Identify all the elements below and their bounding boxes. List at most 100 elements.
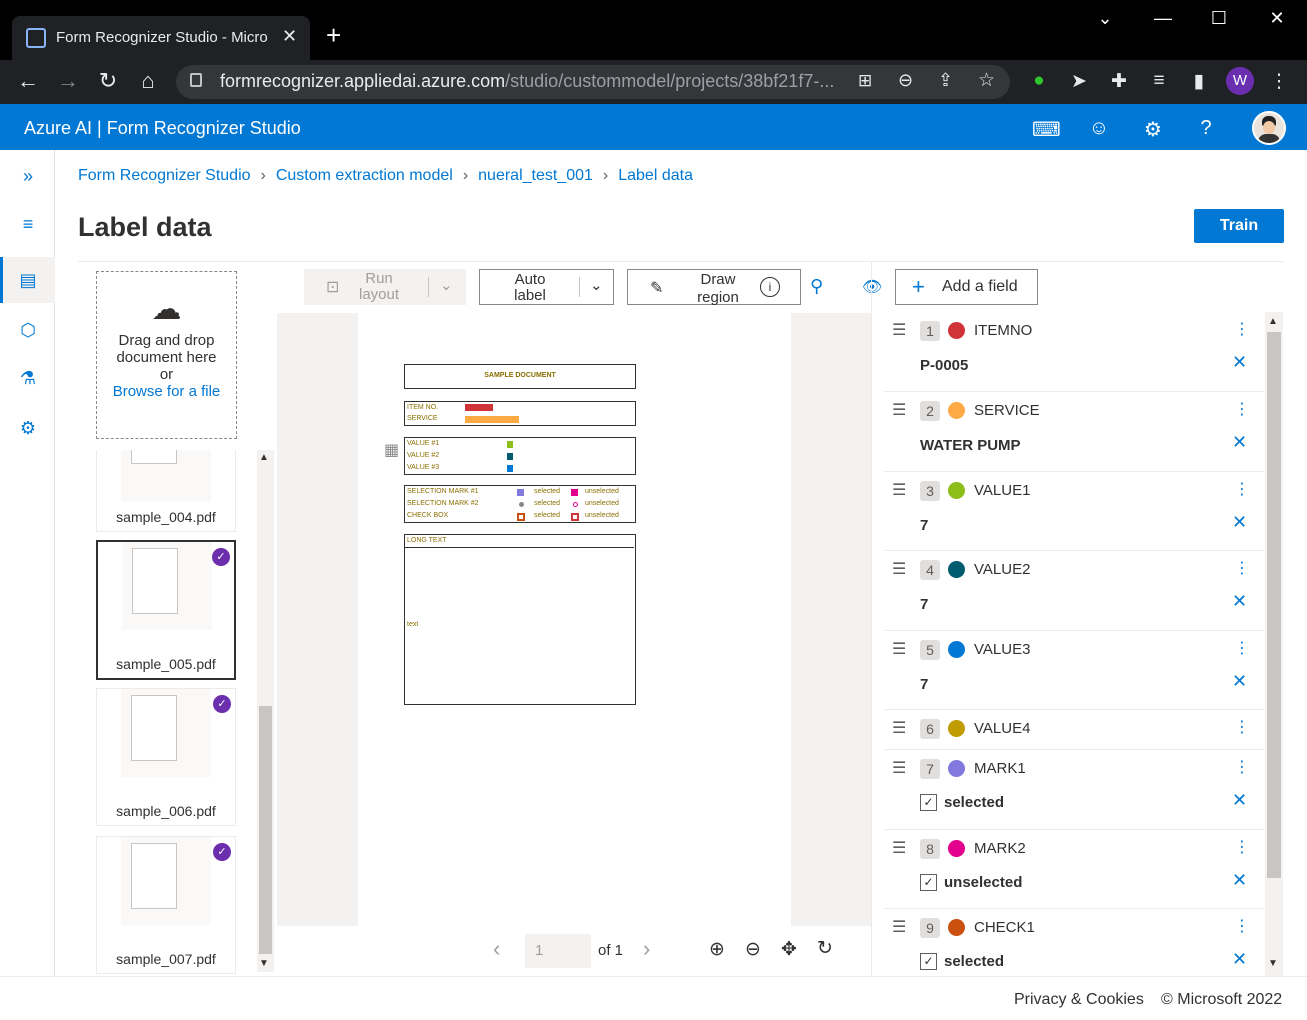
field-color-dot[interactable]: [948, 561, 965, 578]
maximize-icon[interactable]: ☐: [1207, 8, 1231, 29]
file-thumbnail[interactable]: ✓ sample_006.pdf: [96, 688, 236, 826]
settings-gear-icon[interactable]: ⚙: [1140, 117, 1166, 142]
field-item[interactable]: ☰ 8 MARK2 ⋮ ✓ unselected ✕: [884, 830, 1264, 909]
clear-value-icon[interactable]: ✕: [1232, 512, 1247, 533]
field-item[interactable]: ☰ 1 ITEMNO ⋮ P-0005 ✕: [884, 312, 1264, 392]
home-icon[interactable]: ⌂: [134, 68, 162, 94]
nav-settings-icon[interactable]: ⚙: [14, 414, 42, 442]
expand-nav-icon[interactable]: »: [14, 162, 42, 190]
table-icon[interactable]: ▦: [384, 440, 399, 460]
extension-cursor-icon[interactable]: ➤: [1066, 70, 1092, 93]
address-bar[interactable]: formrecognizer.appliedai.azure.com/studi…: [176, 65, 1010, 99]
share-icon[interactable]: ⇪: [938, 70, 953, 91]
more-options-icon[interactable]: ⋮: [1234, 916, 1250, 936]
minimize-icon[interactable]: —: [1151, 8, 1175, 29]
zoom-icon[interactable]: ⊖: [898, 70, 913, 91]
translate-icon[interactable]: ⊞: [858, 71, 872, 91]
feedback-smile-icon[interactable]: ☺: [1086, 117, 1112, 140]
train-button[interactable]: Train: [1194, 209, 1284, 243]
page-number-input[interactable]: 1: [525, 934, 591, 968]
field-item[interactable]: ☰ 2 SERVICE ⋮ WATER PUMP ✕: [884, 392, 1264, 472]
document-page[interactable]: SAMPLE DOCUMENT ITEM NO. SERVICE ▦ VALUE…: [358, 313, 791, 926]
label-highlight[interactable]: [465, 404, 493, 411]
drag-handle-icon[interactable]: ☰: [892, 559, 906, 579]
fit-page-icon[interactable]: ✥: [781, 938, 797, 961]
field-list-scroll-thumb[interactable]: [1267, 332, 1281, 878]
more-options-icon[interactable]: ⋮: [1234, 479, 1250, 499]
browser-menu-icon[interactable]: ⋮: [1266, 70, 1292, 93]
field-color-dot[interactable]: [948, 720, 965, 737]
drag-handle-icon[interactable]: ☰: [892, 838, 906, 858]
browse-file-link[interactable]: Browse for a file: [97, 383, 236, 400]
model-cube-icon[interactable]: ⬡: [14, 316, 42, 344]
clear-value-icon[interactable]: ✕: [1232, 870, 1247, 891]
run-layout-button[interactable]: ⊡ Run layout ⌄: [304, 269, 466, 305]
next-page-icon[interactable]: ›: [643, 936, 650, 962]
search-icon[interactable]: ⚲: [810, 276, 823, 297]
bookmark-star-icon[interactable]: ☆: [978, 69, 995, 92]
checkbox-icon[interactable]: ✓: [920, 794, 937, 811]
more-options-icon[interactable]: ⋮: [1234, 558, 1250, 578]
eye-icon[interactable]: 👁: [862, 277, 882, 297]
more-options-icon[interactable]: ⋮: [1234, 319, 1250, 339]
file-thumbnail-selected[interactable]: ✓ sample_005.pdf: [96, 540, 236, 680]
field-color-dot[interactable]: [948, 402, 965, 419]
clear-value-icon[interactable]: ✕: [1232, 671, 1247, 692]
field-item[interactable]: ☰ 4 VALUE2 ⋮ 7 ✕: [884, 551, 1264, 631]
new-tab-icon[interactable]: +: [326, 22, 341, 48]
info-icon[interactable]: i: [760, 277, 780, 297]
side-panel-icon[interactable]: ▮: [1186, 70, 1212, 93]
field-item[interactable]: ☰ 7 MARK1 ⋮ ✓ selected ✕: [884, 750, 1264, 830]
breadcrumb-custom-model[interactable]: Custom extraction model: [276, 167, 453, 184]
field-color-dot[interactable]: [948, 840, 965, 857]
breadcrumb-current[interactable]: Label data: [618, 167, 693, 184]
drag-handle-icon[interactable]: ☰: [892, 320, 906, 340]
close-window-icon[interactable]: ✕: [1265, 8, 1289, 29]
prev-page-icon[interactable]: ‹: [493, 936, 500, 962]
scroll-down-icon[interactable]: ▼: [1268, 958, 1278, 969]
field-item[interactable]: ☰ 6 VALUE4 ⋮: [884, 710, 1264, 750]
profile-avatar[interactable]: W: [1226, 67, 1254, 95]
extension-green-icon[interactable]: ●: [1026, 70, 1052, 92]
field-item[interactable]: ☰ 3 VALUE1 ⋮ 7 ✕: [884, 472, 1264, 551]
drag-handle-icon[interactable]: ☰: [892, 480, 906, 500]
app-brand[interactable]: Azure AI | Form Recognizer Studio: [24, 118, 301, 139]
field-color-dot[interactable]: [948, 641, 965, 658]
user-avatar[interactable]: [1252, 111, 1286, 145]
file-thumbnail[interactable]: ✓ sample_007.pdf: [96, 836, 236, 974]
more-options-icon[interactable]: ⋮: [1234, 638, 1250, 658]
more-options-icon[interactable]: ⋮: [1234, 399, 1250, 419]
drag-handle-icon[interactable]: ☰: [892, 758, 906, 778]
more-options-icon[interactable]: ⋮: [1234, 717, 1250, 737]
auto-label-button[interactable]: Auto label ⌄: [479, 269, 614, 305]
document-icon[interactable]: ▤: [14, 266, 42, 294]
checkbox-icon[interactable]: ✓: [920, 953, 937, 970]
keyboard-icon[interactable]: ⌨: [1032, 117, 1061, 142]
rotate-icon[interactable]: ↻: [817, 937, 833, 960]
menu-icon[interactable]: ≡: [14, 210, 42, 238]
breadcrumb-home[interactable]: Form Recognizer Studio: [78, 167, 251, 184]
field-color-dot[interactable]: [948, 760, 965, 777]
label-highlight[interactable]: [465, 416, 519, 423]
drag-handle-icon[interactable]: ☰: [892, 917, 906, 937]
add-field-button[interactable]: + Add a field: [895, 269, 1038, 305]
help-icon[interactable]: ?: [1193, 117, 1219, 140]
clear-value-icon[interactable]: ✕: [1232, 352, 1247, 373]
zoom-out-icon[interactable]: ⊖: [745, 938, 761, 961]
more-options-icon[interactable]: ⋮: [1234, 757, 1250, 777]
media-control-icon[interactable]: ≡: [1146, 70, 1172, 92]
forward-icon[interactable]: →: [54, 68, 82, 94]
more-options-icon[interactable]: ⋮: [1234, 837, 1250, 857]
clear-value-icon[interactable]: ✕: [1232, 432, 1247, 453]
clear-value-icon[interactable]: ✕: [1232, 591, 1247, 612]
browser-tab[interactable]: Form Recognizer Studio - Micro ✕: [12, 16, 310, 60]
drag-handle-icon[interactable]: ☰: [892, 639, 906, 659]
field-color-dot[interactable]: [948, 322, 965, 339]
tab-search-icon[interactable]: ⌄: [1093, 8, 1117, 29]
tab-close-icon[interactable]: ✕: [282, 26, 297, 47]
privacy-link[interactable]: Privacy & Cookies: [1014, 991, 1144, 1009]
scroll-up-icon[interactable]: ▲: [259, 452, 269, 463]
file-list-scroll-thumb[interactable]: [259, 706, 272, 954]
zoom-in-icon[interactable]: ⊕: [709, 938, 725, 961]
field-color-dot[interactable]: [948, 482, 965, 499]
